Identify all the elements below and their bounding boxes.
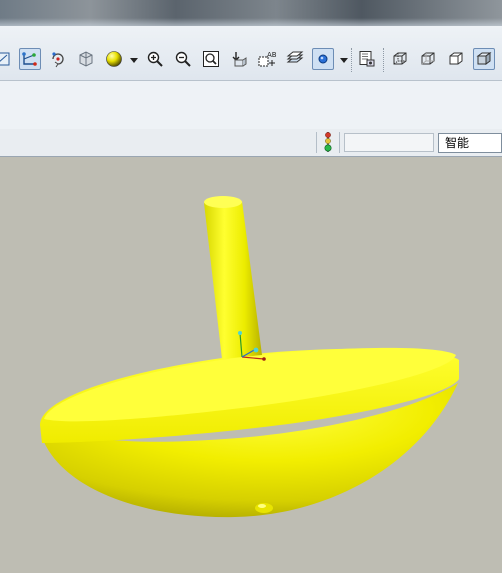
model-tree-button[interactable] — [356, 48, 378, 70]
empty-toolbar-band — [0, 81, 502, 129]
desktop-background-strip — [0, 0, 502, 26]
dropdown-arrow-icon — [130, 51, 138, 69]
no-hidden-icon — [447, 50, 465, 68]
layers-button[interactable] — [284, 48, 306, 70]
no-hidden-button[interactable] — [445, 48, 467, 70]
top-stem — [204, 201, 262, 359]
toolbar-separator — [383, 48, 385, 72]
datum-point-icon — [314, 50, 332, 68]
orient-button[interactable] — [75, 48, 97, 70]
zoom-out-button[interactable] — [172, 48, 194, 70]
wireframe-button[interactable] — [389, 48, 411, 70]
graphics-viewport[interactable] — [0, 157, 502, 573]
hidden-line-button[interactable] — [417, 48, 439, 70]
spin-center-button[interactable] — [47, 48, 69, 70]
filter-select-value: 智能 — [445, 136, 470, 150]
annotation-button[interactable]: AB — [256, 48, 278, 70]
bottom-tip-highlight — [258, 504, 266, 508]
status-divider — [339, 132, 340, 153]
datum-points-dropdown[interactable] — [340, 55, 348, 65]
view-manager-icon — [230, 50, 248, 68]
appearance-sphere-icon — [105, 50, 123, 68]
spin-center-icon — [49, 50, 67, 68]
zoom-in-button[interactable] — [144, 48, 166, 70]
svg-text:AB: AB — [267, 51, 277, 59]
datum-points-button[interactable] — [312, 48, 334, 70]
orient-icon — [77, 50, 95, 68]
appearance-dropdown[interactable] — [130, 55, 138, 65]
refit-icon — [202, 50, 220, 68]
model-tree-icon — [358, 50, 376, 68]
status-divider — [316, 132, 317, 153]
dropdown-arrow-icon — [340, 51, 348, 69]
spinning-top-model — [40, 196, 459, 518]
filter-select[interactable]: 智能 — [438, 133, 502, 153]
zoom-out-icon — [174, 50, 192, 68]
shading-icon — [475, 50, 493, 68]
sketch-plane-icon — [0, 51, 11, 67]
shading-button[interactable] — [473, 48, 495, 70]
appearance-button[interactable] — [103, 48, 125, 70]
refit-button[interactable] — [200, 48, 222, 70]
datum-display-button[interactable] — [19, 48, 41, 70]
toolbar-separator — [351, 48, 353, 72]
hidden-line-icon — [419, 50, 437, 68]
status-message-field — [344, 133, 434, 152]
layers-icon — [286, 50, 304, 68]
annotation-ab-icon: AB — [257, 50, 277, 68]
wireframe-icon — [391, 50, 409, 68]
traffic-light-icon[interactable] — [322, 131, 334, 153]
view-manager-button[interactable] — [228, 48, 250, 70]
stem-top-cap — [204, 196, 242, 208]
datum-axis-icon — [21, 50, 39, 68]
sketch-view-button[interactable] — [0, 48, 14, 70]
view-toolbar: AB — [0, 26, 502, 81]
zoom-in-icon — [146, 50, 164, 68]
